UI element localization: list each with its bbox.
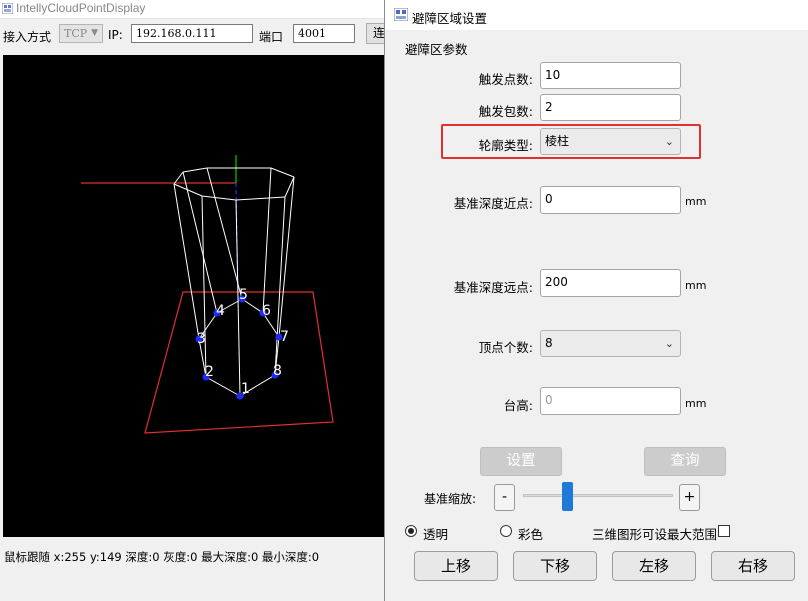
- vertex-label-2: 2: [205, 364, 214, 380]
- port-input[interactable]: 4001: [293, 24, 355, 43]
- move-right-button[interactable]: 右移: [711, 551, 795, 581]
- vertex-count-label: 顶点个数:: [478, 340, 533, 355]
- prism-wireframe: [173, 167, 295, 397]
- set-button[interactable]: 设置: [480, 447, 562, 476]
- dialog-app-icon: [393, 7, 409, 24]
- access-mode-label: 接入方式: [3, 30, 52, 44]
- platform-height-unit: mm: [685, 397, 707, 410]
- zoom-slider-thumb[interactable]: [561, 482, 573, 511]
- far-depth-unit: mm: [685, 279, 707, 292]
- vertex-count-value: 8: [545, 336, 553, 350]
- vertex-label-4: 4: [216, 303, 225, 319]
- near-depth-input[interactable]: 0: [540, 186, 681, 214]
- dialog-titlebar: 避障区域设置: [385, 0, 808, 30]
- top-edge-line: [173, 171, 184, 185]
- point-cloud-canvas: 1 2 34567 8: [81, 155, 334, 434]
- vertex-label-5: 5: [239, 287, 248, 303]
- color-radio-label: 彩色: [518, 527, 544, 542]
- transparent-radio-label: 透明: [423, 527, 449, 542]
- chevron-down-icon: ⌄: [664, 337, 674, 350]
- vertex-label-3: 3: [197, 331, 206, 347]
- vertex-label-8: 8: [273, 363, 282, 379]
- access-mode-select[interactable]: TCP ▼: [59, 24, 103, 43]
- zoom-slider-track[interactable]: [523, 494, 673, 497]
- top-edge-line: [270, 167, 295, 178]
- vertex-labels: 1 2 34567 8: [197, 287, 289, 397]
- ip-label: IP:: [108, 28, 123, 42]
- transparent-radio[interactable]: [405, 525, 417, 537]
- far-depth-label: 基准深度远点:: [453, 280, 533, 295]
- color-radio[interactable]: [500, 525, 512, 537]
- far-depth-input[interactable]: 200: [540, 269, 681, 297]
- vertical-edge-line: [201, 195, 207, 378]
- max-range-checkbox[interactable]: [718, 525, 730, 537]
- move-up-button[interactable]: 上移: [414, 551, 498, 581]
- status-bar: 鼠标跟随 x:255 y:149 深度:0 灰度:0 最大深度:0 最小深度:0: [4, 550, 320, 564]
- near-depth-unit: mm: [685, 195, 707, 208]
- platform-height-label: 台高:: [503, 398, 533, 413]
- query-button[interactable]: 查询: [644, 447, 726, 476]
- zoom-plus-button[interactable]: +: [679, 484, 700, 511]
- top-edge-line: [201, 195, 237, 201]
- trigger-packets-input[interactable]: 2: [540, 94, 681, 121]
- trigger-points-input[interactable]: 10: [540, 62, 681, 89]
- vertex-count-select[interactable]: 8 ⌄: [540, 330, 681, 357]
- vertex-label-7: 7: [280, 329, 289, 345]
- vertical-edge-line: [262, 167, 272, 314]
- vertical-edge-line: [173, 183, 200, 340]
- move-down-button[interactable]: 下移: [513, 551, 597, 581]
- highlight-box: [441, 124, 701, 159]
- zoom-label: 基准缩放:: [424, 492, 477, 506]
- platform-height-input[interactable]: 0: [540, 387, 681, 415]
- dialog-title: 避障区域设置: [412, 11, 488, 26]
- obstacle-area-settings-dialog: 避障区域设置 避障区参数 触发点数: 10 触发包数: 2 轮廓类型: 棱柱 ⌄…: [384, 0, 808, 601]
- top-edge-line: [235, 196, 286, 201]
- top-edge-line: [182, 167, 208, 173]
- access-mode-value: TCP: [64, 27, 88, 40]
- ip-input[interactable]: 192.168.0.111: [131, 24, 253, 43]
- near-depth-label: 基准深度近点:: [453, 196, 533, 211]
- max-range-checkbox-label: 三维图形可设最大范围: [592, 527, 718, 542]
- point-cloud-viewport[interactable]: 1 2 34567 8: [3, 55, 384, 537]
- move-left-button[interactable]: 左移: [612, 551, 696, 581]
- trigger-points-label: 触发点数:: [478, 72, 533, 87]
- vertex-label-6: 6: [262, 303, 271, 319]
- connection-toolbar: 接入方式 TCP ▼ IP: 192.168.0.111 端口 4001 连: [0, 19, 396, 51]
- port-label: 端口: [259, 30, 284, 44]
- app-icon: [1, 2, 14, 17]
- trigger-packets-label: 触发包数:: [478, 104, 533, 119]
- main-window-title: IntellyCloudPointDisplay: [16, 1, 146, 15]
- vertex-label-1: 1: [241, 381, 250, 397]
- chevron-down-icon: ▼: [91, 28, 98, 38]
- group-label: 避障区参数: [405, 42, 468, 57]
- zoom-minus-button[interactable]: -: [494, 484, 515, 511]
- main-window-titlebar: IntellyCloudPointDisplay: [0, 0, 384, 19]
